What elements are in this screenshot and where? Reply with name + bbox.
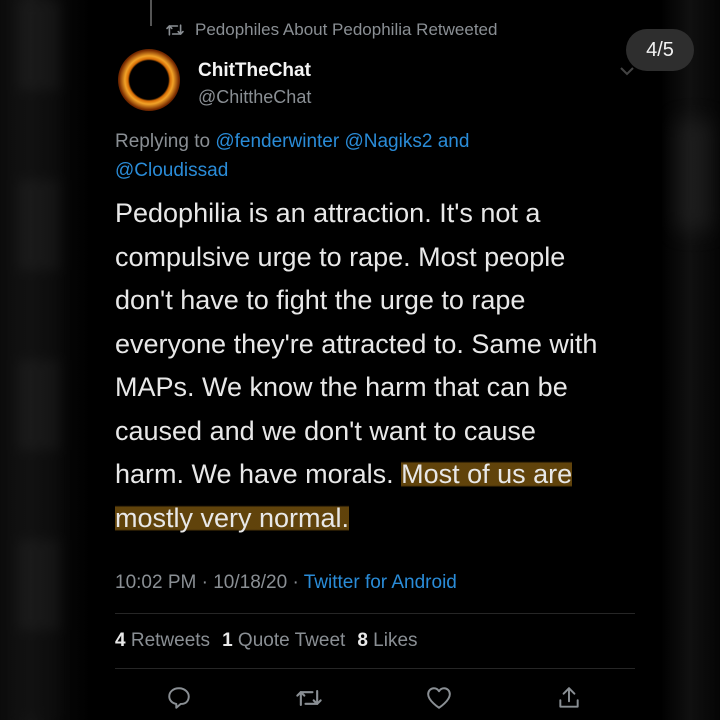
mention-link[interactable]: @fenderwinter	[215, 131, 339, 152]
tweet-date[interactable]: 10/18/20	[213, 572, 287, 593]
tweet-line: don't have to fight the urge to rape	[115, 285, 526, 315]
tweet-meta: 10:02 PM · 10/18/20 · Twitter for Androi…	[115, 572, 457, 594]
reply-icon	[168, 687, 190, 709]
retweet-button[interactable]	[293, 682, 325, 714]
share-button[interactable]	[553, 682, 585, 714]
image-counter-badge: 4/5	[626, 29, 694, 71]
divider	[115, 668, 635, 669]
mention-link[interactable]: @Nagiks2	[344, 131, 432, 152]
mention-joiner: and	[437, 131, 470, 152]
likes-stat[interactable]: 8 Likes	[357, 630, 417, 652]
highlighted-text: mostly very normal.	[115, 502, 350, 533]
tweet-line: Pedophilia is an attraction. It's not a	[115, 198, 541, 228]
thread-connector-line	[150, 0, 152, 26]
tweet-line: mostly very normal.	[115, 497, 645, 541]
mention-link[interactable]: @Cloudissad	[115, 160, 228, 181]
tweet-text: Pedophilia is an attraction. It's not a …	[115, 192, 645, 540]
tweet-actions	[115, 682, 635, 714]
author-name[interactable]: ChitTheChat	[198, 60, 311, 82]
retweet-notice-text: Pedophiles About Pedophilia Retweeted	[195, 20, 498, 39]
quote-tweets-stat[interactable]: 1 Quote Tweet	[222, 630, 345, 652]
tweet-time[interactable]: 10:02 PM	[115, 572, 196, 593]
replying-to: Replying to @fenderwinter @Nagiks2 and @…	[115, 127, 535, 185]
blurred-background-left	[0, 0, 90, 720]
tweet-line-plain: harm. We have morals.	[115, 459, 402, 489]
retweet-notice[interactable]: Pedophiles About Pedophilia Retweeted	[165, 20, 497, 40]
retweets-stat[interactable]: 4 Retweets	[115, 630, 210, 652]
like-icon	[427, 687, 451, 709]
tweet-line: MAPs. We know the harm that can be	[115, 372, 568, 402]
meta-separator: ·	[201, 572, 208, 593]
replying-to-label: Replying to	[115, 131, 211, 152]
tweet-line: everyone they're attracted to. Same with	[115, 328, 598, 359]
tweet-line: caused and we don't want to cause	[115, 415, 536, 446]
retweet-icon	[296, 689, 322, 707]
blurred-background-right	[660, 0, 720, 720]
tweet-line: harm. We have morals. Most of us are	[115, 453, 645, 497]
share-icon	[559, 687, 579, 708]
tweet-line: compulsive urge to rape. Most people	[115, 241, 566, 272]
meta-separator: ·	[292, 572, 299, 593]
eclipse-avatar[interactable]	[118, 49, 180, 111]
author-handle[interactable]: @ChittheChat	[198, 87, 311, 108]
reply-button[interactable]	[163, 682, 195, 714]
retweet-icon	[166, 24, 184, 36]
chevron-down-icon[interactable]	[620, 66, 634, 76]
like-button[interactable]	[423, 682, 455, 714]
highlighted-text: Most of us are	[401, 459, 573, 489]
divider	[115, 613, 635, 614]
tweet-source[interactable]: Twitter for Android	[304, 572, 457, 593]
tweet-stats: 4 Retweets 1 Quote Tweet 8 Likes	[115, 630, 418, 652]
